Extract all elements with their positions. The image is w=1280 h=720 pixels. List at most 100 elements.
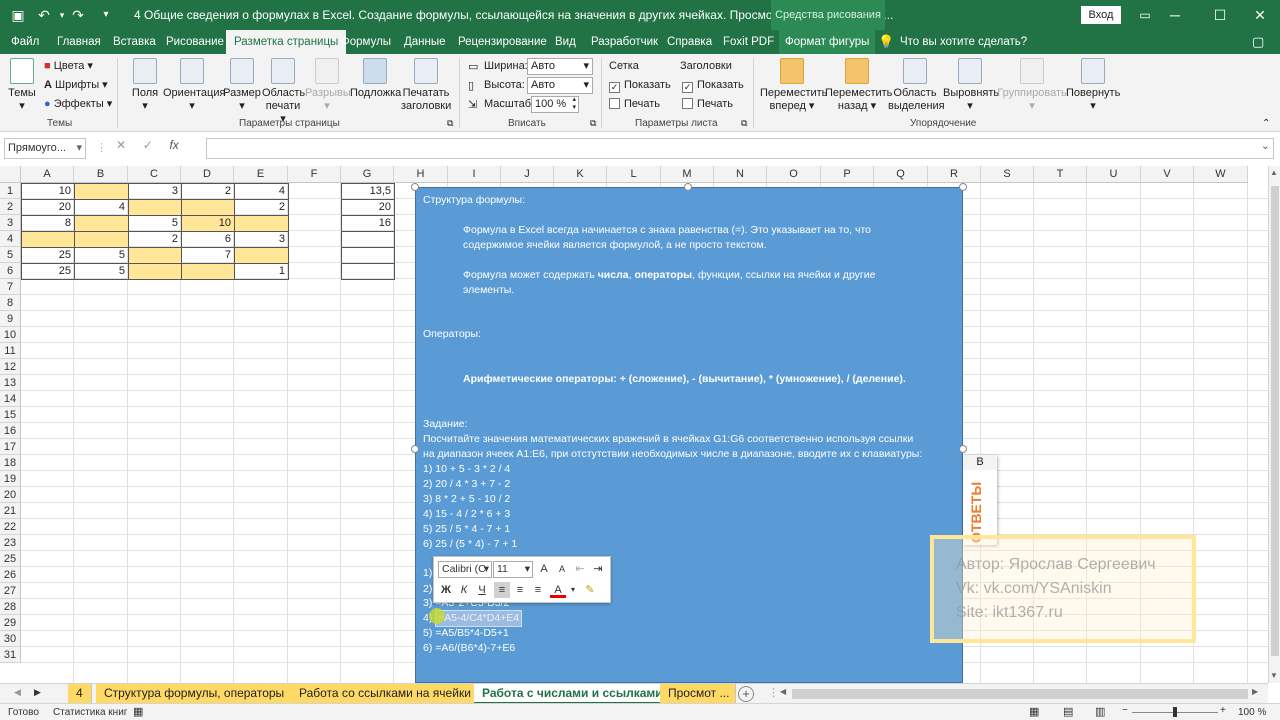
add-sheet-icon[interactable]: + [738, 686, 754, 702]
tab-view[interactable]: Вид [555, 30, 576, 54]
cell-g2[interactable]: 20 [341, 199, 395, 216]
row-header[interactable]: 31 [0, 647, 21, 663]
send-backward-button[interactable]: Переместить назад ▾ [825, 58, 892, 113]
cell-d4[interactable]: 6 [181, 231, 235, 248]
column-header[interactable]: L [607, 166, 661, 183]
scroll-right-icon[interactable]: ▶ [34, 687, 41, 698]
bring-forward-button[interactable]: Переместить вперед ▾ [760, 58, 827, 113]
scroll-up-icon[interactable]: ▲ [1270, 168, 1278, 177]
group-objects-button[interactable]: Группировать ▾ [997, 58, 1067, 113]
column-header[interactable]: Q [874, 166, 928, 183]
effects-button[interactable]: ● Эффекты ▾ [44, 97, 112, 110]
shape-formula-4-selected[interactable]: =A5-4/C4*D4+E4 [435, 610, 523, 627]
italic-button[interactable]: К [456, 582, 472, 598]
scroll-left-icon[interactable]: ◀ [14, 687, 21, 698]
chevron-down-icon[interactable]: ▾ [565, 582, 581, 598]
column-header[interactable]: I [448, 166, 501, 183]
zoom-level[interactable]: 100 % [1238, 707, 1266, 718]
cell-g5[interactable] [341, 247, 395, 264]
row-header[interactable]: 19 [0, 471, 21, 487]
workbook-statistics[interactable]: Статистика книг [53, 707, 127, 718]
margins-button[interactable]: Поля ▾ [130, 58, 160, 113]
cell-d3[interactable]: 10 [181, 215, 235, 232]
height-select[interactable]: Авто ▾ [527, 77, 593, 94]
resize-handle[interactable] [411, 445, 419, 453]
cell-d6[interactable] [181, 263, 235, 280]
column-header[interactable]: M [661, 166, 714, 183]
enter-icon[interactable]: ✓ [143, 138, 153, 152]
cell-e5[interactable] [234, 247, 289, 264]
cell-d1[interactable]: 2 [181, 183, 235, 200]
macro-record-icon[interactable]: ▦ [133, 705, 143, 718]
row-header[interactable]: 25 [0, 551, 21, 567]
row-header[interactable]: 2 [0, 199, 21, 215]
cell-b3[interactable] [74, 215, 129, 232]
row-header[interactable]: 28 [0, 599, 21, 615]
size-button[interactable]: Размер ▾ [223, 58, 261, 113]
sheet-options-launcher-icon[interactable]: ⧉ [741, 118, 747, 129]
tab-page-layout[interactable]: Разметка страницы [226, 30, 347, 54]
column-header[interactable]: W [1194, 166, 1248, 183]
select-all-corner[interactable] [0, 166, 21, 183]
hscroll-right-icon[interactable]: ▶ [1252, 687, 1258, 696]
row-header[interactable]: 20 [0, 487, 21, 503]
cell-d2[interactable] [181, 199, 235, 216]
fonts-button[interactable]: A Шрифты ▾ [44, 78, 108, 91]
tab-review[interactable]: Рецензирование [458, 30, 547, 54]
cell-a5[interactable]: 25 [21, 247, 75, 264]
zoom-slider-thumb[interactable] [1173, 707, 1177, 717]
cell-e4[interactable]: 3 [234, 231, 289, 248]
row-header[interactable]: 22 [0, 519, 21, 535]
scale-stepper[interactable]: 100 % ▴ ▾ [531, 96, 579, 113]
tab-foxit[interactable]: Foxit PDF [723, 30, 774, 54]
name-box[interactable]: Прямоуго... ▾ [4, 138, 86, 159]
row-header[interactable]: 13 [0, 375, 21, 391]
column-header[interactable]: C [128, 166, 181, 183]
row-header[interactable]: 18 [0, 455, 21, 471]
width-select[interactable]: Авто ▾ [527, 58, 593, 75]
vertical-scrollbar[interactable]: ▲ ▼ [1268, 166, 1280, 683]
tab-data[interactable]: Данные [404, 30, 446, 54]
cell-d5[interactable]: 7 [181, 247, 235, 264]
column-header[interactable]: E [234, 166, 288, 183]
print-area-button[interactable]: Область печати ▾ [262, 58, 305, 126]
row-header[interactable]: 14 [0, 391, 21, 407]
cell-e2[interactable]: 2 [234, 199, 289, 216]
column-header[interactable]: N [714, 166, 767, 183]
cell-g6[interactable] [341, 263, 395, 280]
scale-launcher-icon[interactable]: ⧉ [590, 118, 596, 129]
column-header[interactable]: S [981, 166, 1034, 183]
sheet-tab[interactable]: Просмот ... [660, 684, 736, 704]
insert-function-icon[interactable]: fx [169, 138, 178, 152]
resize-handle[interactable] [684, 183, 692, 191]
row-header[interactable]: 8 [0, 295, 21, 311]
undo-icon[interactable]: ↶ [34, 6, 54, 24]
selection-pane-button[interactable]: Область выделения [888, 58, 945, 113]
gridlines-print-checkbox[interactable]: Печать [609, 98, 660, 110]
horizontal-scroll-thumb[interactable] [792, 689, 1248, 699]
align-right-icon[interactable]: ≡ [530, 582, 546, 598]
hscroll-left-icon[interactable]: ◀ [780, 687, 786, 696]
row-header[interactable]: 12 [0, 359, 21, 375]
expand-icon[interactable]: ⌄ [1261, 139, 1270, 152]
text-box-shape[interactable]: Структура формулы: Формула в Excel всегд… [415, 187, 963, 683]
spinner-icon[interactable]: ▴ ▾ [572, 96, 576, 112]
cancel-icon[interactable]: ✕ [116, 138, 126, 152]
cell-g4[interactable] [341, 231, 395, 248]
scroll-down-icon[interactable]: ▼ [1270, 671, 1278, 680]
headings-view-checkbox[interactable]: ✓ Показать [682, 79, 744, 93]
row-header[interactable]: 21 [0, 503, 21, 519]
comments-icon[interactable]: ▢ [1252, 30, 1264, 54]
format-painter-icon[interactable]: ✎ [582, 582, 598, 598]
column-header[interactable]: R [928, 166, 981, 183]
redo-icon[interactable]: ↷ [68, 6, 88, 24]
row-header[interactable]: 23 [0, 535, 21, 551]
column-header[interactable]: A [21, 166, 74, 183]
collapse-ribbon-icon[interactable]: ⌃ [1262, 118, 1270, 129]
breaks-button[interactable]: Разрывы ▾ [305, 58, 351, 113]
sheet-tab-active[interactable]: Работа с числами и ссылками [474, 684, 672, 704]
page-setup-launcher-icon[interactable]: ⧉ [447, 118, 453, 129]
cell-a2[interactable]: 20 [21, 199, 75, 216]
tab-draw[interactable]: Рисование [166, 30, 224, 54]
column-header[interactable]: H [394, 166, 448, 183]
